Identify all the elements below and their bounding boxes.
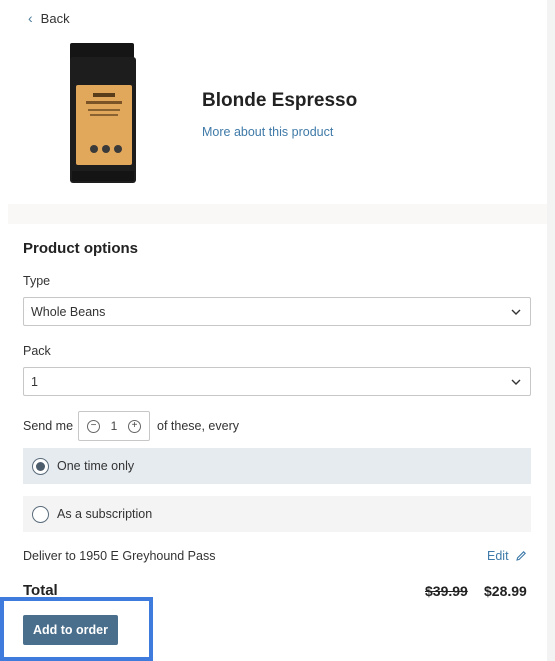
chevron-down-icon — [511, 379, 521, 385]
product-image — [70, 43, 136, 183]
quantity-stepper: − 1 + — [78, 411, 150, 441]
sale-price: $28.99 — [484, 583, 527, 599]
type-select[interactable]: Whole Beans — [23, 297, 531, 326]
edit-label: Edit — [487, 549, 509, 563]
edit-delivery-button[interactable]: Edit — [487, 549, 527, 563]
radio-selected[interactable] — [32, 457, 49, 475]
pack-select[interactable]: 1 — [23, 367, 531, 396]
chevron-down-icon — [511, 309, 521, 315]
pencil-icon — [515, 551, 526, 561]
product-page: ‹ Back Blonde Espresso More about this p… — [0, 0, 547, 661]
section-divider — [8, 204, 547, 224]
product-options-heading: Product options — [23, 240, 138, 257]
chevron-left-icon: ‹ — [28, 10, 33, 26]
pack-label: Pack — [23, 344, 51, 358]
delivery-address: Deliver to 1950 E Greyhound Pass — [23, 549, 216, 563]
quantity-value: 1 — [110, 419, 118, 433]
of-these-every-label: of these, every — [157, 419, 239, 433]
original-price: $39.99 — [425, 583, 468, 599]
type-label: Type — [23, 274, 51, 288]
pack-select-value: 1 — [31, 374, 38, 389]
send-me-label: Send me — [23, 419, 74, 433]
scrollbar[interactable] — [547, 0, 555, 661]
one-time-only-label: One time only — [57, 459, 135, 473]
add-to-order-button[interactable]: Add to order — [23, 615, 118, 645]
type-select-value: Whole Beans — [31, 304, 106, 319]
subscription-label: As a subscription — [57, 507, 153, 521]
more-about-product-link[interactable]: More about this product — [202, 125, 333, 139]
product-title: Blonde Espresso — [202, 90, 358, 111]
plus-icon[interactable]: + — [128, 419, 141, 433]
subscription-option[interactable]: As a subscription — [23, 496, 531, 532]
back-label: Back — [40, 10, 70, 26]
back-button[interactable]: ‹ Back — [28, 10, 70, 26]
radio-unselected[interactable] — [32, 505, 49, 523]
minus-icon[interactable]: − — [87, 419, 100, 433]
one-time-only-option[interactable]: One time only — [23, 448, 531, 484]
